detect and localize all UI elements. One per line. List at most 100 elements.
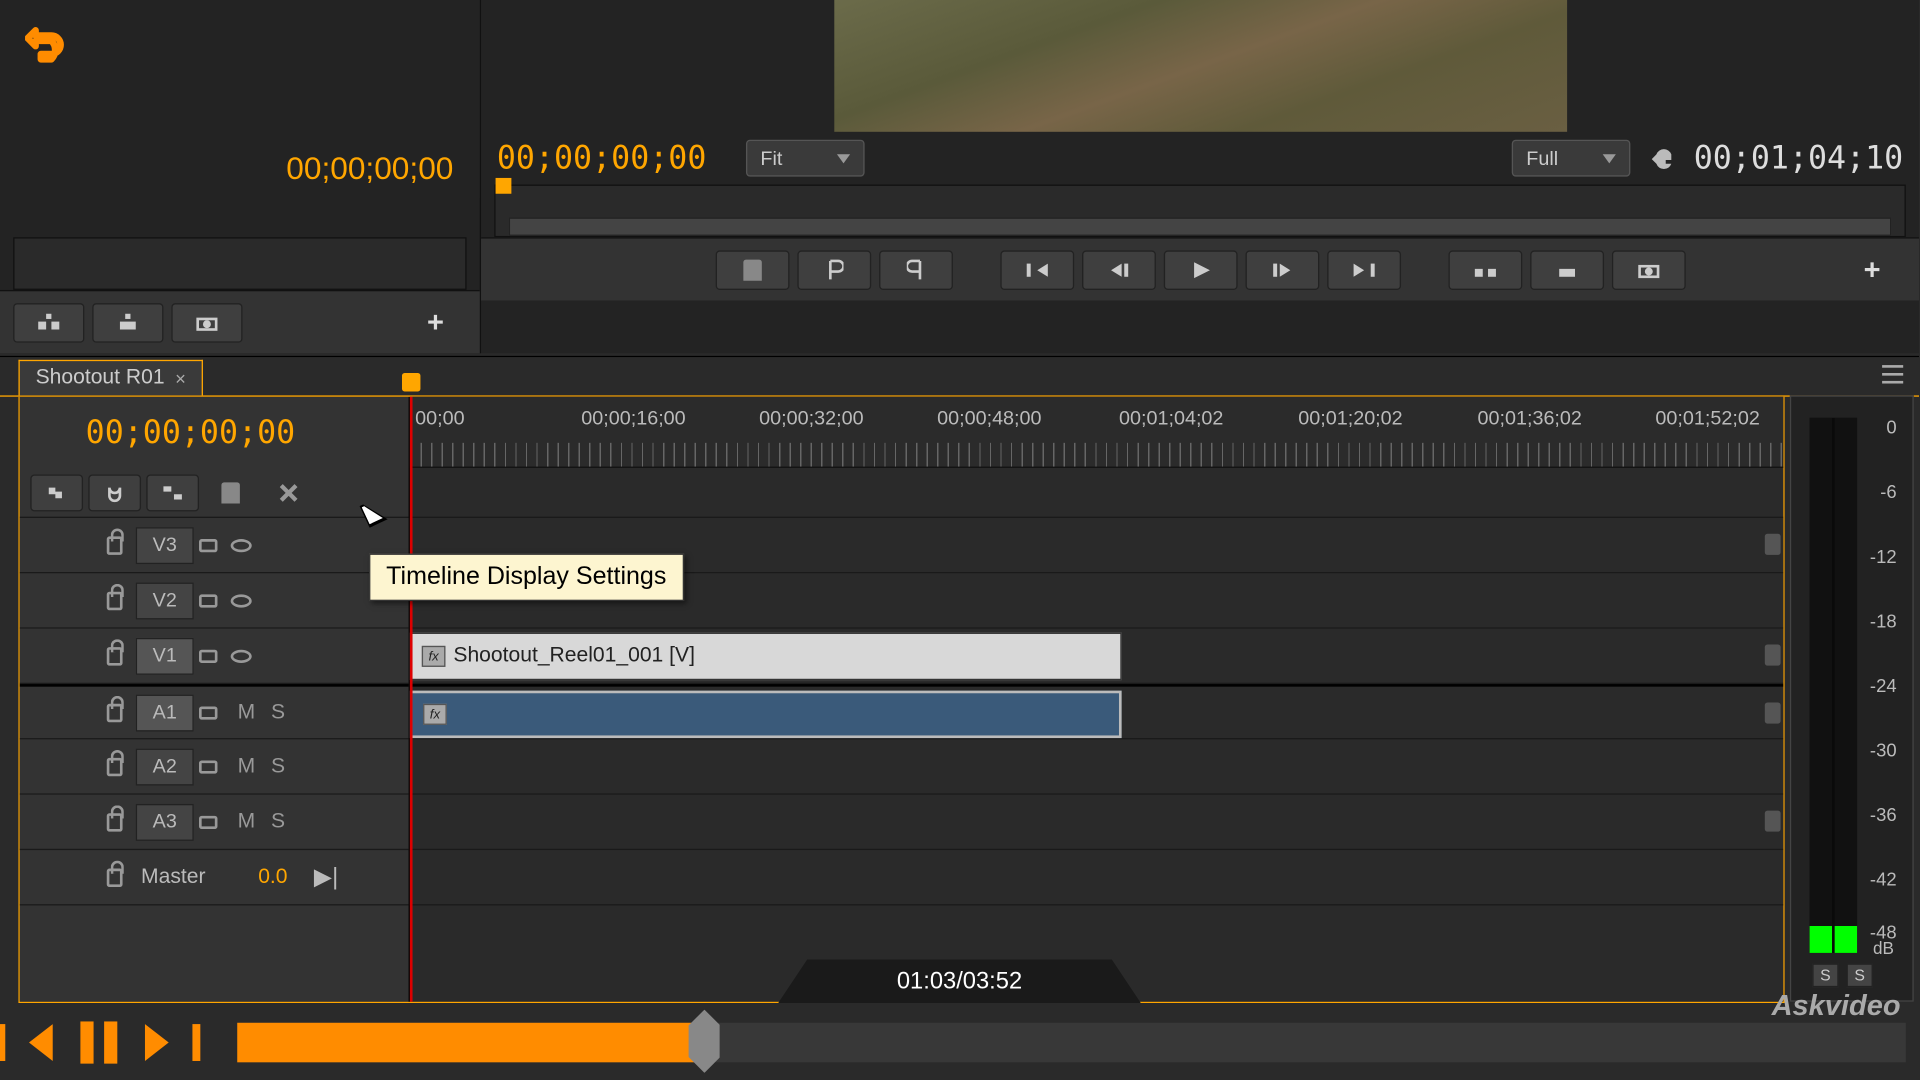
player-next-button[interactable] bbox=[129, 1015, 184, 1070]
solo-button[interactable]: S bbox=[1847, 963, 1873, 987]
lift-button[interactable] bbox=[1448, 250, 1522, 290]
snap-button[interactable] bbox=[88, 474, 141, 511]
button-editor-add[interactable]: + bbox=[1864, 252, 1904, 286]
program-timecode-in[interactable]: 00;00;00;00 bbox=[497, 140, 707, 177]
time-ruler[interactable]: 00;00 00;00;16;00 00;00;32;00 00;00;48;0… bbox=[410, 397, 1783, 468]
lock-icon[interactable] bbox=[99, 646, 131, 664]
panel-menu-icon[interactable] bbox=[1882, 365, 1903, 383]
scrollbar-handle[interactable] bbox=[1765, 534, 1781, 555]
solo-button[interactable]: S bbox=[262, 755, 294, 779]
track-header-v3[interactable]: V3 bbox=[20, 518, 409, 573]
overwrite-button[interactable] bbox=[92, 302, 163, 342]
track-label[interactable]: A1 bbox=[136, 694, 194, 731]
step-forward-button[interactable] bbox=[1245, 250, 1319, 290]
fx-icon[interactable]: fx bbox=[422, 646, 446, 667]
scrollbar-handle[interactable] bbox=[1765, 811, 1781, 832]
timeline-timecode[interactable]: 00;00;00;00 bbox=[86, 414, 296, 451]
lock-icon[interactable] bbox=[99, 813, 131, 831]
lock-icon[interactable] bbox=[107, 868, 123, 886]
resolution-select[interactable]: Full bbox=[1512, 140, 1631, 177]
track-header-v2[interactable]: V2 bbox=[20, 573, 409, 628]
player-prev-button[interactable] bbox=[13, 1015, 68, 1070]
track-header-a2[interactable]: A2 M S bbox=[20, 739, 409, 794]
track-lane-master[interactable] bbox=[410, 850, 1783, 905]
close-icon[interactable]: × bbox=[175, 368, 186, 389]
go-to-in-button[interactable] bbox=[1000, 250, 1074, 290]
scrollbar-handle[interactable] bbox=[1765, 702, 1781, 723]
fx-icon[interactable]: fx bbox=[423, 704, 447, 725]
insert-button[interactable] bbox=[13, 302, 84, 342]
program-scrubber[interactable] bbox=[494, 185, 1906, 238]
settings-button[interactable] bbox=[1649, 145, 1675, 171]
scrollbar-handle[interactable] bbox=[1765, 645, 1781, 666]
player-progress-handle[interactable] bbox=[689, 1010, 721, 1073]
track-header-master[interactable]: Master 0.0 ▶| bbox=[20, 850, 409, 905]
lock-icon[interactable] bbox=[99, 536, 131, 554]
solo-button[interactable]: S bbox=[1812, 963, 1838, 987]
mute-button[interactable]: M bbox=[231, 701, 263, 725]
export-frame-button[interactable] bbox=[1611, 250, 1685, 290]
track-label[interactable]: A3 bbox=[136, 803, 194, 840]
program-timecode-out[interactable]: 00;01;04;10 bbox=[1694, 140, 1904, 177]
player-progress-bar[interactable] bbox=[237, 1023, 1906, 1063]
mute-button[interactable]: M bbox=[231, 755, 263, 779]
nest-toggle-button[interactable] bbox=[30, 474, 83, 511]
step-back-button[interactable] bbox=[1081, 250, 1155, 290]
timeline-display-settings-button[interactable] bbox=[262, 474, 315, 511]
eye-icon[interactable] bbox=[231, 538, 263, 551]
track-label[interactable]: A2 bbox=[136, 748, 194, 785]
extract-button[interactable] bbox=[1530, 250, 1604, 290]
video-clip[interactable]: fx Shootout_Reel01_001 [V] bbox=[410, 633, 1122, 680]
player-pause-button[interactable] bbox=[71, 1015, 126, 1070]
mute-button[interactable]: M bbox=[231, 810, 263, 834]
mark-in-button[interactable] bbox=[797, 250, 871, 290]
add-marker-button[interactable] bbox=[715, 250, 789, 290]
track-lane-v1[interactable]: fx Shootout_Reel01_001 [V] bbox=[410, 629, 1783, 684]
lock-icon[interactable] bbox=[99, 591, 131, 609]
track-lane-a3[interactable] bbox=[410, 795, 1783, 850]
button-editor-add[interactable]: + bbox=[427, 305, 467, 339]
mark-out-button[interactable] bbox=[878, 250, 952, 290]
track-lane-a1[interactable]: fx bbox=[410, 684, 1783, 739]
play-button[interactable] bbox=[1163, 250, 1237, 290]
track-header-v1[interactable]: V1 bbox=[20, 629, 409, 684]
track-lane-a2[interactable] bbox=[410, 739, 1783, 794]
track-label[interactable]: V3 bbox=[136, 527, 194, 564]
sync-lock-icon[interactable] bbox=[199, 649, 231, 662]
program-preview[interactable] bbox=[834, 0, 1567, 132]
sync-lock-icon[interactable] bbox=[199, 538, 231, 551]
clip-label: Shootout_Reel01_001 [V] bbox=[453, 645, 695, 669]
zoom-level-select[interactable]: Fit bbox=[746, 140, 865, 177]
source-timecode[interactable]: 00;00;00;00 bbox=[286, 152, 453, 189]
video-player-bar: 01:03/03:52 Askvideo bbox=[0, 986, 1919, 1078]
lock-icon[interactable] bbox=[99, 703, 131, 721]
back-button[interactable] bbox=[16, 16, 87, 74]
track-header-a1[interactable]: A1 M S bbox=[20, 684, 409, 739]
linked-selection-button[interactable] bbox=[146, 474, 199, 511]
sync-lock-icon[interactable] bbox=[199, 815, 231, 828]
playhead[interactable] bbox=[410, 397, 413, 1002]
master-volume[interactable]: 0.0 bbox=[258, 865, 287, 889]
solo-button[interactable]: S bbox=[262, 701, 294, 725]
skip-icon[interactable]: ▶| bbox=[314, 863, 338, 891]
sync-lock-icon[interactable] bbox=[199, 594, 231, 607]
playhead-handle-icon[interactable] bbox=[402, 373, 420, 391]
export-frame-button[interactable] bbox=[171, 302, 242, 342]
add-marker-button[interactable] bbox=[204, 474, 257, 511]
track-header-a3[interactable]: A3 M S bbox=[20, 795, 409, 850]
solo-button[interactable]: S bbox=[262, 810, 294, 834]
track-label[interactable]: V2 bbox=[136, 582, 194, 619]
ruler-tick: 00;00;48;00 bbox=[937, 407, 1041, 429]
sequence-tab[interactable]: Shootout R01 × bbox=[18, 360, 203, 396]
sync-lock-icon[interactable] bbox=[199, 760, 231, 773]
eye-icon[interactable] bbox=[231, 649, 263, 662]
source-scrubber[interactable] bbox=[13, 237, 466, 290]
go-to-out-button[interactable] bbox=[1327, 250, 1401, 290]
eye-icon[interactable] bbox=[231, 594, 263, 607]
sync-lock-icon[interactable] bbox=[199, 706, 231, 719]
playhead-marker-icon[interactable] bbox=[496, 178, 512, 194]
audio-clip[interactable]: fx bbox=[410, 691, 1122, 738]
track-label[interactable]: V1 bbox=[136, 637, 194, 674]
timeline-tracks-area[interactable]: 00;00 00;00;16;00 00;00;32;00 00;00;48;0… bbox=[410, 397, 1783, 1002]
lock-icon[interactable] bbox=[99, 757, 131, 775]
